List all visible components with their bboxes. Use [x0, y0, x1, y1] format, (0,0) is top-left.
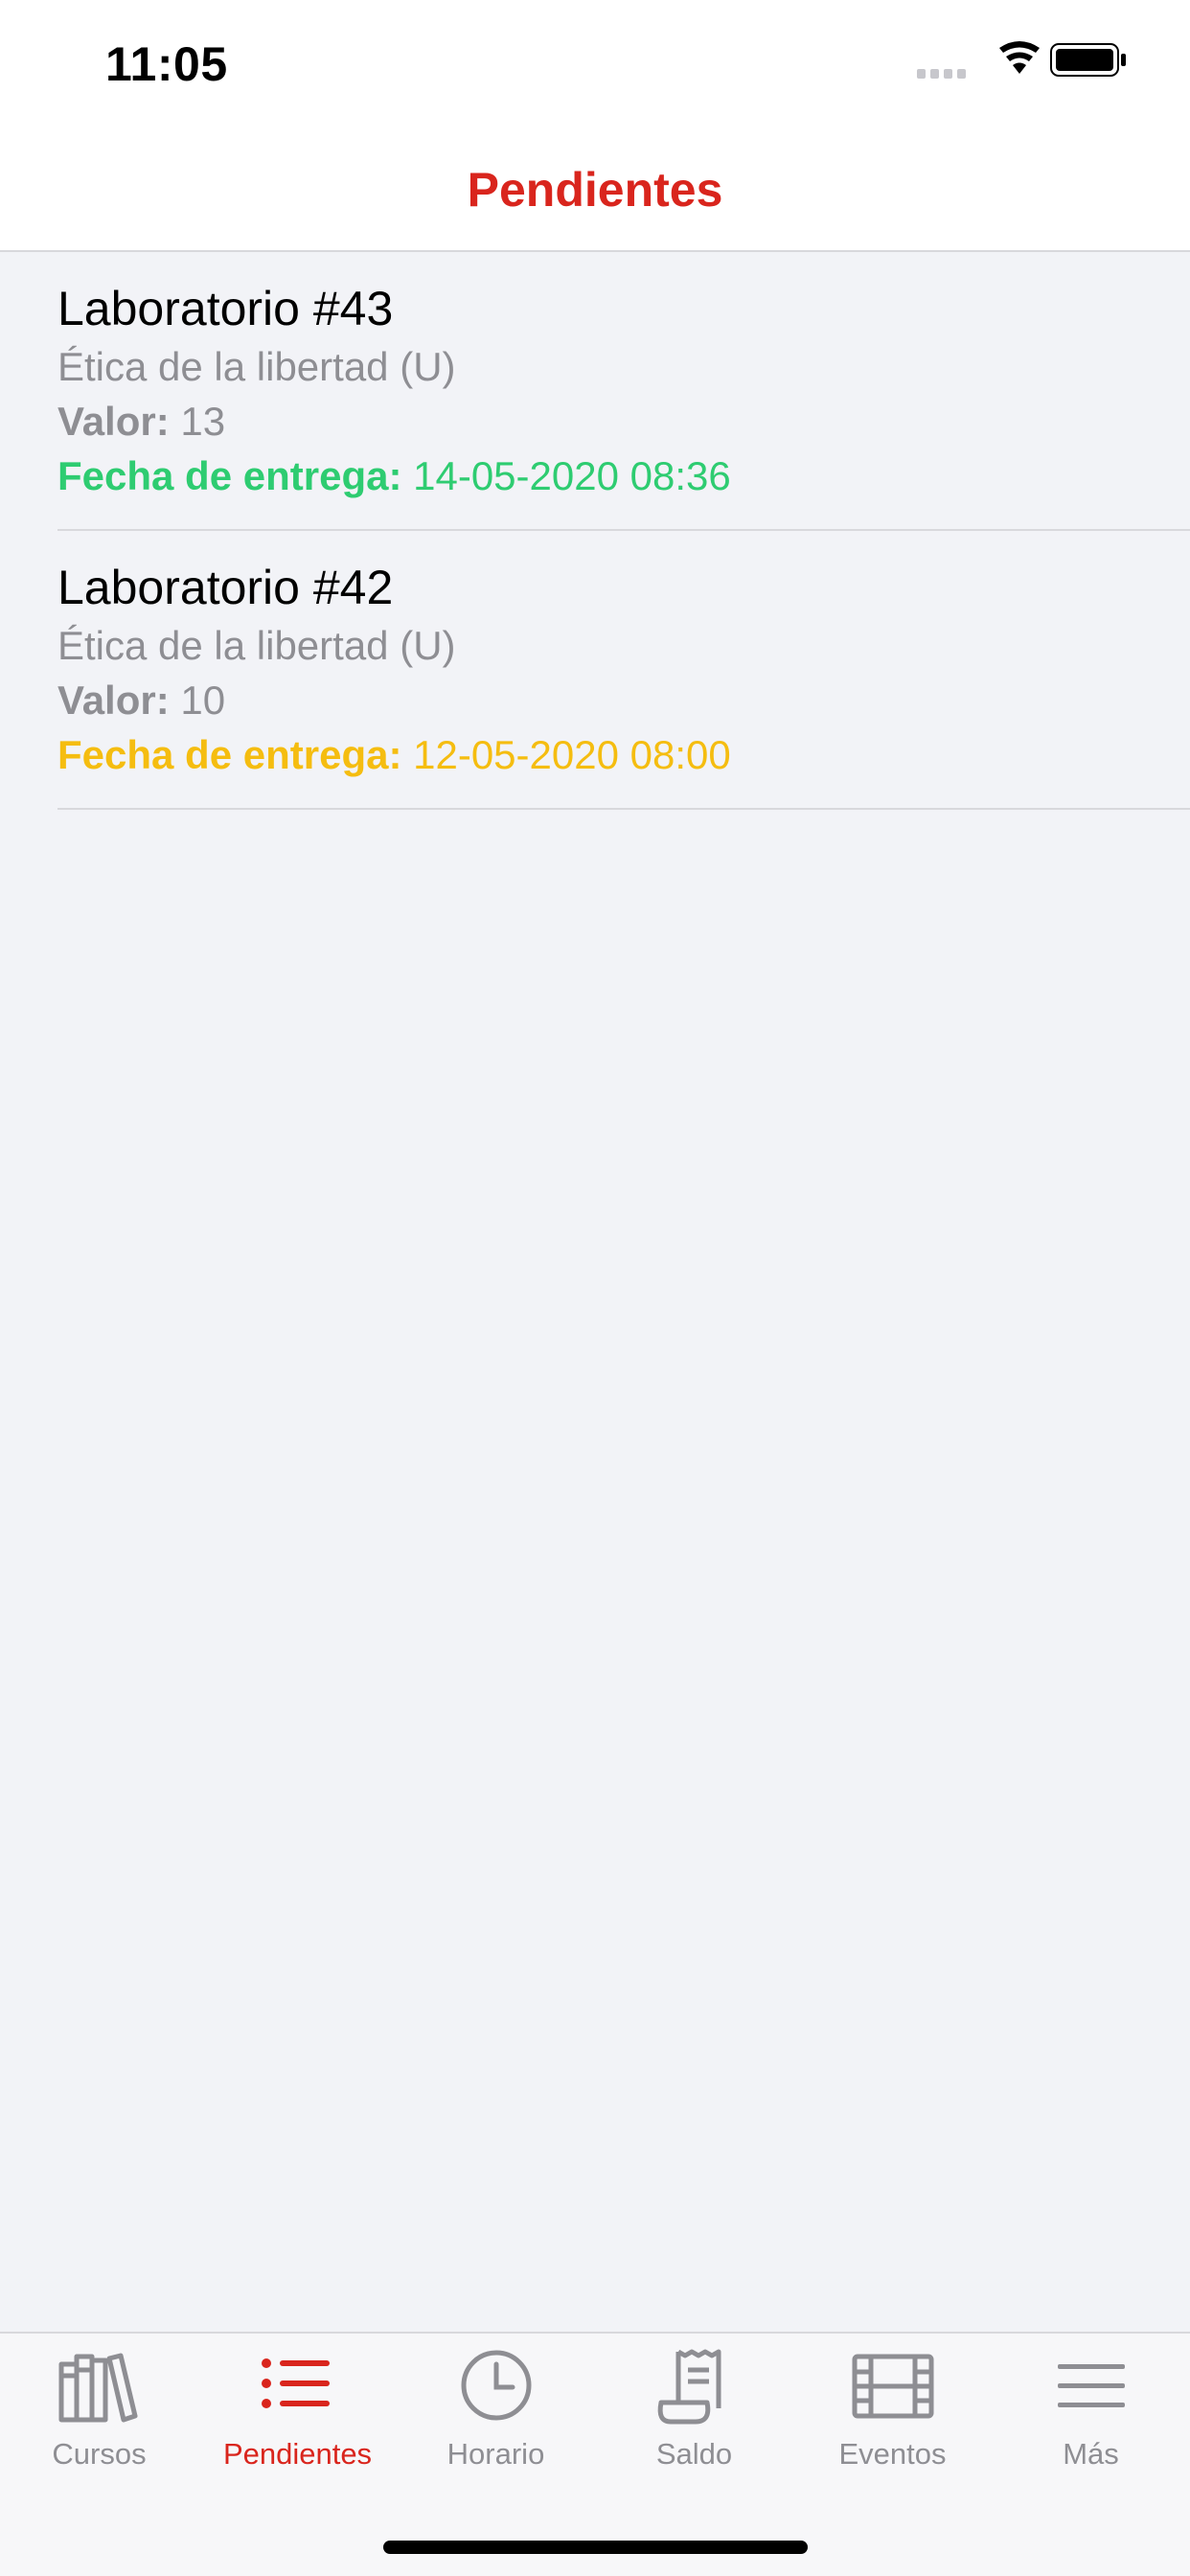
due-date-label: Fecha de entrega: — [57, 453, 402, 498]
value-amount: 10 — [180, 678, 226, 723]
list-item[interactable]: Laboratorio #42 Ética de la libertad (U)… — [57, 531, 1190, 810]
cellular-signal-icon — [917, 69, 966, 79]
page-title: Pendientes — [467, 163, 723, 217]
due-date-value: 14-05-2020 08:36 — [413, 453, 731, 498]
course-name: Ética de la libertad (U) — [57, 623, 456, 668]
battery-icon — [1050, 43, 1126, 77]
tab-label: Horario — [446, 2437, 545, 2471]
tab-label: Saldo — [655, 2437, 733, 2471]
books-icon — [58, 2353, 138, 2423]
due-date-value: 12-05-2020 08:00 — [413, 732, 731, 777]
tab-horario[interactable]: Horario — [397, 2334, 595, 2496]
tab-eventos[interactable]: Eventos — [793, 2334, 992, 2496]
due-date-row: Fecha de entrega: 12-05-2020 08:00 — [57, 732, 731, 778]
due-date-row: Fecha de entrega: 14-05-2020 08:36 — [57, 453, 731, 499]
tab-cursos[interactable]: Cursos — [0, 2334, 198, 2496]
tab-saldo[interactable]: Saldo — [595, 2334, 793, 2496]
list-icon — [262, 2358, 330, 2408]
tab-label: Cursos — [52, 2437, 147, 2471]
navigation-bar: Pendientes — [0, 129, 1190, 252]
clock-icon — [461, 2350, 532, 2421]
assignment-title: Laboratorio #42 — [57, 561, 394, 614]
value-row: Valor: 10 — [57, 678, 225, 724]
value-amount: 13 — [180, 399, 226, 444]
value-label: Valor: — [57, 399, 170, 444]
status-bar: 11:05 — [0, 0, 1190, 129]
receipt-icon — [657, 2349, 721, 2425]
due-date-label: Fecha de entrega: — [57, 732, 402, 777]
assignment-title: Laboratorio #43 — [57, 282, 394, 335]
status-icons — [917, 40, 1133, 88]
status-time: 11:05 — [105, 37, 228, 91]
menu-icon — [1058, 2364, 1125, 2407]
wifi-icon — [999, 41, 1040, 74]
tab-bar: Cursos Pendientes Horario Saldo Eventos … — [0, 2332, 1190, 2576]
tab-mas[interactable]: Más — [992, 2334, 1190, 2496]
list-item[interactable]: Laboratorio #43 Ética de la libertad (U)… — [57, 252, 1190, 531]
tab-label: Pendientes — [222, 2437, 373, 2471]
value-row: Valor: 13 — [57, 399, 225, 445]
tab-pendientes[interactable]: Pendientes — [198, 2334, 397, 2496]
tab-label: Eventos — [838, 2437, 947, 2471]
pending-list: Laboratorio #43 Ética de la libertad (U)… — [0, 252, 1190, 810]
course-name: Ética de la libertad (U) — [57, 344, 456, 389]
value-label: Valor: — [57, 678, 170, 723]
tab-label: Más — [1063, 2437, 1119, 2471]
home-indicator[interactable] — [383, 2541, 808, 2554]
film-icon — [852, 2354, 934, 2419]
